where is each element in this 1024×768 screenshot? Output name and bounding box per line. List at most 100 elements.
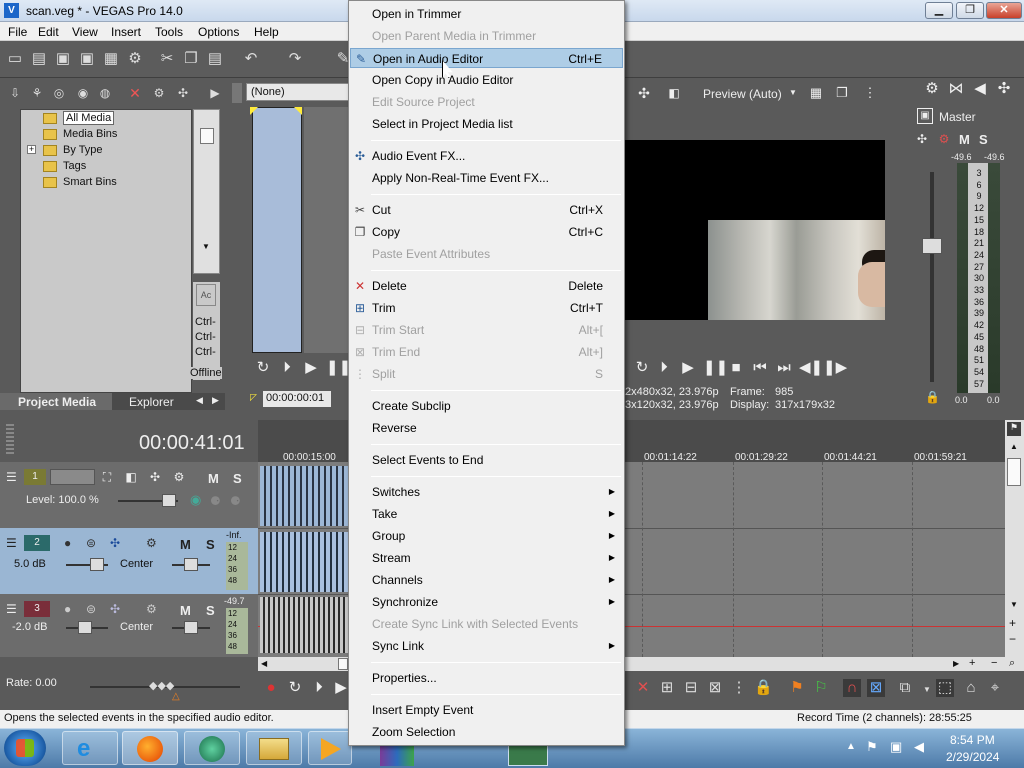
trim-start-icon[interactable]: ⊟ [682, 679, 700, 697]
record-arm-icon[interactable]: ● [64, 536, 71, 550]
tray-expand-icon[interactable]: ▲ [846, 741, 856, 752]
menu-item-trim[interactable]: ⊞ Trim Ctrl+T [350, 298, 623, 318]
track-move-icon[interactable]: ✣ [146, 468, 164, 486]
taskbar-explorer[interactable] [246, 731, 302, 765]
audio-event-selected[interactable] [260, 532, 348, 592]
grid-icon[interactable]: ▦ [807, 84, 825, 102]
track-solo-button[interactable]: S [233, 471, 242, 486]
expand-icon[interactable]: + [27, 145, 36, 154]
tab-explorer[interactable]: Explorer [129, 395, 174, 409]
play-media-icon[interactable]: ▶ [206, 84, 224, 102]
master-fader-handle[interactable] [922, 238, 942, 254]
invert-phase-icon[interactable]: ⊜ [86, 536, 96, 550]
track-generate-icon[interactable]: ◉ [190, 492, 201, 508]
menu-item-copy[interactable]: ❐ Copy Ctrl+C [350, 222, 623, 242]
invert-phase-icon[interactable]: ⊜ [86, 602, 96, 616]
cut-icon[interactable]: ✂ [158, 50, 176, 68]
menu-item-open-copy-in-audio-editor[interactable]: Open Copy in Audio Editor [350, 70, 623, 90]
record-icon[interactable]: ● [262, 679, 280, 697]
master-fx-icon[interactable]: ✣ [913, 130, 931, 148]
track-fx-chain-icon[interactable]: ✣ [110, 602, 120, 616]
maximize-button[interactable]: ❐ [956, 2, 984, 19]
menu-item-take[interactable]: Take ▶ [350, 504, 623, 524]
track-solo-button[interactable]: S [206, 537, 215, 552]
trimmer-waveform[interactable] [252, 107, 302, 353]
envelope-tool-icon[interactable]: ⌂ [962, 679, 980, 697]
menu-item-zoom-selection[interactable]: Zoom Selection [350, 722, 623, 742]
play-from-start-icon[interactable]: ⏵ [278, 359, 296, 377]
audio-event[interactable] [260, 597, 348, 653]
preview-dropdown-arrow-icon[interactable]: ▼ [789, 88, 797, 97]
minimize-button[interactable]: ▁ [925, 2, 953, 19]
redo-icon[interactable]: ↷ [286, 50, 304, 68]
menu-item-open-in-trimmer[interactable]: Open in Trimmer [350, 4, 623, 24]
volume-icon[interactable]: ◀ [914, 739, 924, 755]
video-event[interactable] [260, 466, 348, 526]
edit-tool-icon[interactable]: ⬚ [936, 679, 954, 697]
trim-end-icon[interactable]: ⊠ [706, 679, 724, 697]
track-collapse-icon[interactable]: ☰ [6, 470, 17, 484]
ac-icon[interactable]: Ac [196, 284, 216, 306]
menu-item-select-in-project-media-list[interactable]: Select in Project Media list [350, 114, 623, 134]
menu-item-delete[interactable]: ✕ Delete Delete [350, 276, 623, 296]
copy-icon[interactable]: ❐ [182, 50, 200, 68]
zoom-icon[interactable]: ⌕ [1009, 657, 1015, 670]
menu-item-properties[interactable]: Properties... [350, 668, 623, 688]
track-solo-button[interactable]: S [206, 603, 215, 618]
web-icon[interactable]: ◍ [96, 84, 114, 102]
scroll-right-icon[interactable]: ▶ [953, 659, 959, 668]
menu-item-switches[interactable]: Switches ▶ [350, 482, 623, 502]
taskbar-app[interactable] [184, 731, 240, 765]
vscroll-thumb[interactable] [1007, 458, 1021, 486]
track-fx-icon[interactable]: ⚙ [170, 468, 188, 486]
track-gear-icon[interactable]: ⚙ [146, 602, 157, 616]
close-button[interactable]: ✕ [986, 2, 1022, 19]
preview-menu-icon[interactable]: ⋮ [861, 84, 879, 102]
tab-scroll-left-icon[interactable]: ◀ [196, 395, 203, 406]
menu-tools[interactable]: Tools [155, 25, 183, 39]
preview-settings-icon[interactable]: ✣ [635, 84, 653, 102]
track-mute-button[interactable]: M [180, 537, 191, 552]
track-name-input[interactable] [50, 469, 95, 485]
preview-quality-dropdown[interactable]: Preview (Auto) [703, 87, 782, 101]
split-icon[interactable]: ⋮ [730, 679, 748, 697]
master-fx-gear-icon[interactable]: ⚙ [935, 130, 953, 148]
preview-prev-icon[interactable]: ⏮ [751, 359, 769, 377]
trim-icon[interactable]: ⊞ [658, 679, 676, 697]
preview-loop-icon[interactable]: ↻ [633, 359, 651, 377]
save-icon[interactable]: ▣ [54, 50, 72, 68]
disc-icon[interactable]: ◎ [50, 84, 68, 102]
scroll-left-icon[interactable]: ◀ [261, 659, 267, 668]
menu-insert[interactable]: Insert [111, 25, 141, 39]
master-solo-button[interactable]: S [979, 132, 988, 147]
menu-item-apply-non-real-time-event-fx[interactable]: Apply Non-Real-Time Event FX... [350, 168, 623, 188]
tab-scroll-right-icon[interactable]: ▶ [212, 395, 219, 406]
hscroll-thumb[interactable] [338, 658, 348, 670]
menu-item-reverse[interactable]: Reverse [350, 418, 623, 438]
play-from-start-icon[interactable]: ⏵ [310, 679, 328, 697]
preview-next-frame-icon[interactable]: ❚▶ [823, 359, 847, 377]
track-mute-button[interactable]: M [180, 603, 191, 618]
marker-icon[interactable]: ⚑ [1007, 422, 1021, 436]
track-motion-icon[interactable]: ⛶ [98, 468, 116, 486]
region-icon[interactable]: ⚐ [812, 679, 830, 697]
track-mute-button[interactable]: M [208, 471, 219, 486]
clock-time[interactable]: 8:54 PM [950, 733, 995, 747]
mixer-downmix-icon[interactable]: ⋈ [947, 80, 965, 98]
selection-tool-icon[interactable]: ⌖ [986, 679, 1004, 697]
menu-item-sync-link[interactable]: Sync Link ▶ [350, 636, 623, 656]
remove-icon[interactable]: ✕ [126, 84, 144, 102]
menu-item-open-in-audio-editor[interactable]: ✎ Open in Audio Editor Ctrl+E [350, 48, 623, 68]
media-move-icon[interactable]: ✣ [174, 84, 192, 102]
record-arm-icon[interactable]: ● [64, 602, 71, 616]
pan-slider-handle[interactable] [184, 621, 198, 634]
track-header-2[interactable]: ☰ 2 ● ⊜ ✣ ⚙ M S 5.0 dB Center -Inf. 12 2… [0, 528, 258, 594]
menu-options[interactable]: Options [198, 25, 239, 39]
play-icon[interactable]: ▶ [302, 359, 320, 377]
scroll-down-icon[interactable]: ▼ [1010, 600, 1018, 609]
loop-playback-icon[interactable]: ↻ [286, 679, 304, 697]
zoom-in-icon[interactable]: + [1009, 616, 1016, 630]
master-mute-button[interactable]: M [959, 132, 970, 147]
preview-copy-icon[interactable]: ❐ [833, 84, 851, 102]
scrollbar-thumb[interactable] [200, 128, 214, 144]
